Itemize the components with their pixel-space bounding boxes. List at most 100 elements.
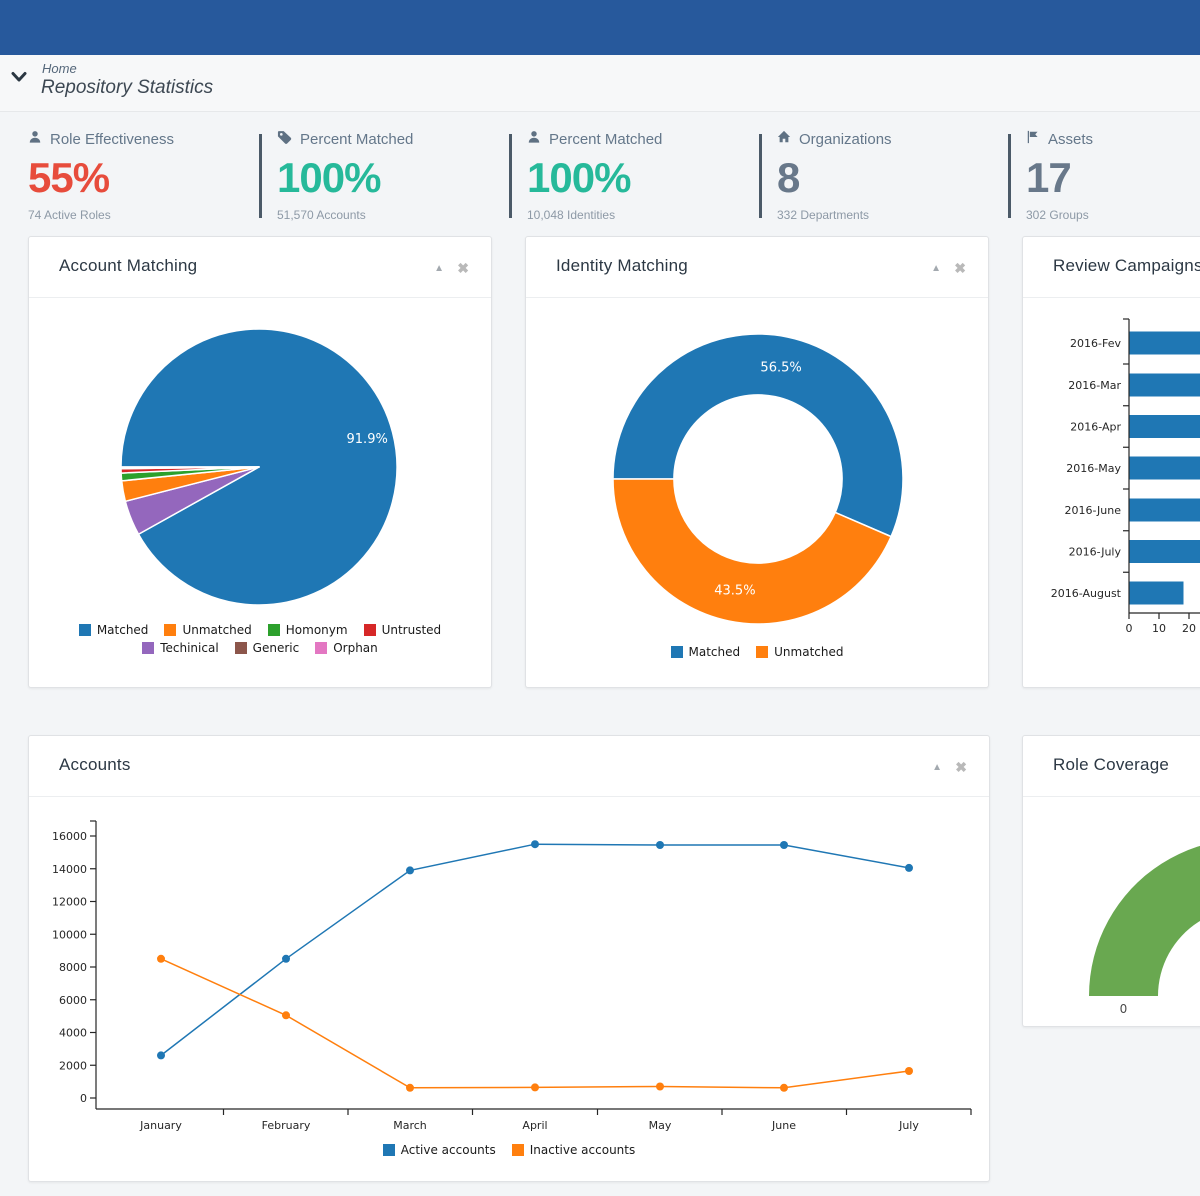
legend-swatch [315,642,327,654]
panel-review-campaigns: Review Campaigns ▲ ✖ 2016-Fev2016-Mar201… [1022,236,1200,688]
collapse-icon[interactable]: ▲ [434,264,444,274]
svg-text:January: January [139,1119,182,1132]
svg-text:June: June [771,1119,796,1132]
legend-swatch [383,1144,395,1156]
legend-item: Generic [235,641,300,655]
svg-text:March: March [393,1119,427,1132]
kpi-label: Organizations [799,131,892,148]
close-icon[interactable]: ✖ [954,261,966,275]
svg-text:2016-Mar: 2016-Mar [1068,379,1121,392]
legend-swatch [142,642,154,654]
panel-title: Identity Matching [556,256,688,276]
kpi-value: 55% [28,157,256,199]
kpi-sublabel: 302 Groups [1026,208,1200,222]
kpi-value: 17 [1026,157,1200,199]
svg-text:4000: 4000 [59,1027,87,1040]
accounts-line-chart: 0 2000 4000 6000 8000 10000 12000 14000 16000 Jan… [29,797,989,1137]
legend-swatch [364,624,376,636]
panel-account-matching: Account Matching ▲ ✖ 91.9% Matched Unmatc… [28,236,492,688]
legend-item: Inactive accounts [512,1143,636,1157]
flag-icon [1026,130,1040,148]
collapse-icon[interactable]: ▲ [932,763,942,773]
svg-text:2016-June: 2016-June [1064,504,1121,517]
legend-label: Orphan [333,641,378,655]
legend-item: Orphan [315,641,378,655]
account-matching-pie-chart: 91.9% [29,298,491,616]
chart-legend: MatchedUnmatchedHomonymUntrustedTechinic… [29,623,491,655]
svg-text:8000: 8000 [59,961,87,974]
legend-swatch [235,642,247,654]
legend-swatch [512,1144,524,1156]
kpi-sublabel: 74 Active Roles [28,208,256,222]
panel-title: Role Coverage [1053,755,1169,775]
chevron-down-icon[interactable] [11,70,27,88]
legend-label: Inactive accounts [530,1143,636,1157]
svg-text:July: July [898,1119,919,1132]
kpi-sublabel: 10,048 Identities [527,208,755,222]
legend-item: Homonym [268,623,348,637]
chart-legend: MatchedUnmatched [526,645,988,659]
legend-swatch [756,646,768,658]
kpi-value: 100% [277,157,505,199]
svg-text:0: 0 [1126,622,1133,635]
svg-text:16000: 16000 [52,830,87,843]
close-icon[interactable]: ✖ [955,760,967,774]
panel-title: Accounts [59,755,131,775]
svg-text:2016-August: 2016-August [1051,587,1122,600]
svg-text:20: 20 [1182,622,1196,635]
svg-text:2000: 2000 [59,1059,87,1072]
legend-label: Homonym [286,623,348,637]
kpi-percent-matched-identities: Percent Matched 100% 10,048 Identities [527,130,755,222]
kpi-label: Role Effectiveness [50,131,174,148]
panel-title: Account Matching [59,256,197,276]
svg-text:12000: 12000 [52,896,87,909]
kpi-percent-matched-accounts: Percent Matched 100% 51,570 Accounts [277,130,505,222]
legend-item: Matched [79,623,149,637]
svg-text:2016-Apr: 2016-Apr [1070,421,1121,434]
legend-item: Unmatched [164,623,251,637]
breadcrumb-home-link[interactable]: Home [42,61,77,76]
panel-accounts: Accounts ▲ ✖ 0 2000 4000 6000 8000 10000 12000… [28,735,990,1182]
top-navigation-bar [0,0,1200,55]
svg-text:14000: 14000 [52,863,87,876]
svg-text:43.5%: 43.5% [714,583,755,598]
chart-legend: Active accounts Inactive accounts [29,1143,989,1157]
legend-item: Unmatched [756,645,843,659]
panel-identity-matching: Identity Matching ▲ ✖ 56.5% 43.5% Matched… [525,236,989,688]
kpi-label: Assets [1048,131,1093,148]
kpi-label: Percent Matched [549,131,662,148]
kpi-sublabel: 51,570 Accounts [277,208,505,222]
svg-text:2016-July: 2016-July [1069,546,1122,559]
svg-text:May: May [649,1119,672,1132]
tag-icon [277,130,292,149]
role-coverage-gauge-chart: 0 [1023,797,1200,1026]
legend-swatch [79,624,91,636]
review-campaigns-bar-chart: 2016-Fev 2016-Mar 2016-Apr 2016-May 2016-Jun… [1023,298,1200,658]
svg-text:2016-May: 2016-May [1066,462,1121,475]
kpi-assets: Assets 17 302 Groups [1026,130,1200,222]
legend-swatch [671,646,683,658]
svg-text:10000: 10000 [52,928,87,941]
svg-text:April: April [522,1119,547,1132]
panel-role-coverage: Role Coverage ▲ ✖ 0 [1022,735,1200,1027]
home-icon [777,130,791,148]
person-icon [527,130,541,148]
close-icon[interactable]: ✖ [457,261,469,275]
legend-swatch [164,624,176,636]
svg-text:2016-Fev: 2016-Fev [1070,337,1121,350]
svg-text:February: February [262,1119,311,1132]
svg-text:56.5%: 56.5% [760,361,801,376]
legend-item: Active accounts [383,1143,496,1157]
legend-label: Unmatched [182,623,251,637]
svg-text:0: 0 [80,1092,87,1105]
legend-label: Unmatched [774,645,843,659]
person-icon [28,130,42,148]
panel-title: Review Campaigns [1053,256,1200,276]
page-title: Repository Statistics [41,77,213,99]
legend-item: Untrusted [364,623,442,637]
svg-text:6000: 6000 [59,994,87,1007]
collapse-icon[interactable]: ▲ [931,264,941,274]
legend-swatch [268,624,280,636]
breadcrumb: Home Repository Statistics [0,55,1200,112]
svg-text:91.9%: 91.9% [347,432,388,447]
